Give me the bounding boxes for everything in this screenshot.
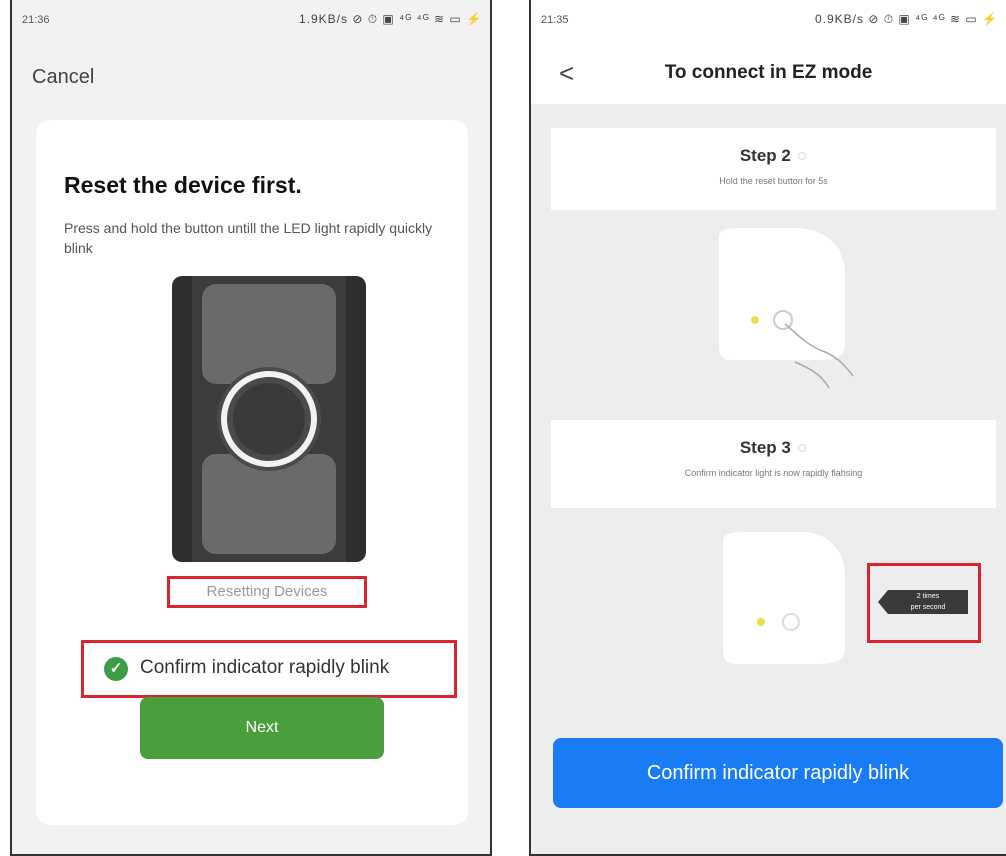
info-icon: ○ [796,438,808,457]
confirm-blink-label: Confirm indicator rapidly blink [140,657,390,678]
reset-button-illustration [719,228,854,389]
status-time: 21:35 [541,14,569,26]
status-bar: 21:36 1.9KB/s ⊘ ⏱ ▣ ⁴ᴳ ⁴ᴳ ≋ ▭ ⚡ [12,0,490,40]
reset-card: Reset the device first. Press and hold t… [36,120,468,825]
left-phone-screen: 21:36 1.9KB/s ⊘ ⏱ ▣ ⁴ᴳ ⁴ᴳ ≋ ▭ ⚡ Cancel R… [10,0,492,856]
step-3-card: Step 3 ○ Confirm indicator light is now r… [551,420,996,508]
blink-illustration [723,532,845,664]
info-icon: ○ [796,146,808,165]
confirm-blink-checkbox[interactable]: ✓ Confirm indicator rapidly blink [81,640,457,698]
reset-description: Press and hold the button untill the LED… [64,220,433,256]
step-2-subtitle: Hold the reset button for 5s [719,176,828,186]
right-phone-screen: 21:35 0.9KB/s ⊘ ⏱ ▣ ⁴ᴳ ⁴ᴳ ≋ ▭ ⚡ < To con… [529,0,1006,856]
check-icon: ✓ [104,657,128,681]
blink-rate-tag: 2 times per second [878,590,968,614]
status-icons: 1.9KB/s ⊘ ⏱ ▣ ⁴ᴳ ⁴ᴳ ≋ ▭ ⚡ [298,12,482,26]
cancel-button[interactable]: Cancel [32,66,94,89]
blink-rate-highlight: 2 times per second [867,563,981,643]
step-2-title: Step 2 [739,146,791,165]
page-title: To connect in EZ mode [664,62,873,83]
tag-line-2: per second [910,604,946,611]
status-time: 21:36 [22,14,50,26]
next-button[interactable]: Next [140,697,384,759]
step-2-card: Step 2 ○ Hold the reset button for 5s [551,128,996,210]
step-3-subtitle: Confirm indicator light is now rapidly f… [684,468,863,478]
resetting-devices-label: Resetting Devices [167,576,367,608]
nav-bar: < To connect in EZ mode [531,40,1006,104]
page-title: Reset the device first. [64,172,302,198]
status-icons: 0.9KB/s ⊘ ⏱ ▣ ⁴ᴳ ⁴ᴳ ≋ ▭ ⚡ [814,12,998,26]
tag-line-1: 2 times [916,593,940,600]
device-image [172,276,366,562]
step-3-title: Step 3 [739,438,791,457]
status-bar: 21:35 0.9KB/s ⊘ ⏱ ▣ ⁴ᴳ ⁴ᴳ ≋ ▭ ⚡ [531,0,1006,40]
confirm-blink-button[interactable]: Confirm indicator rapidly blink [553,738,1003,808]
